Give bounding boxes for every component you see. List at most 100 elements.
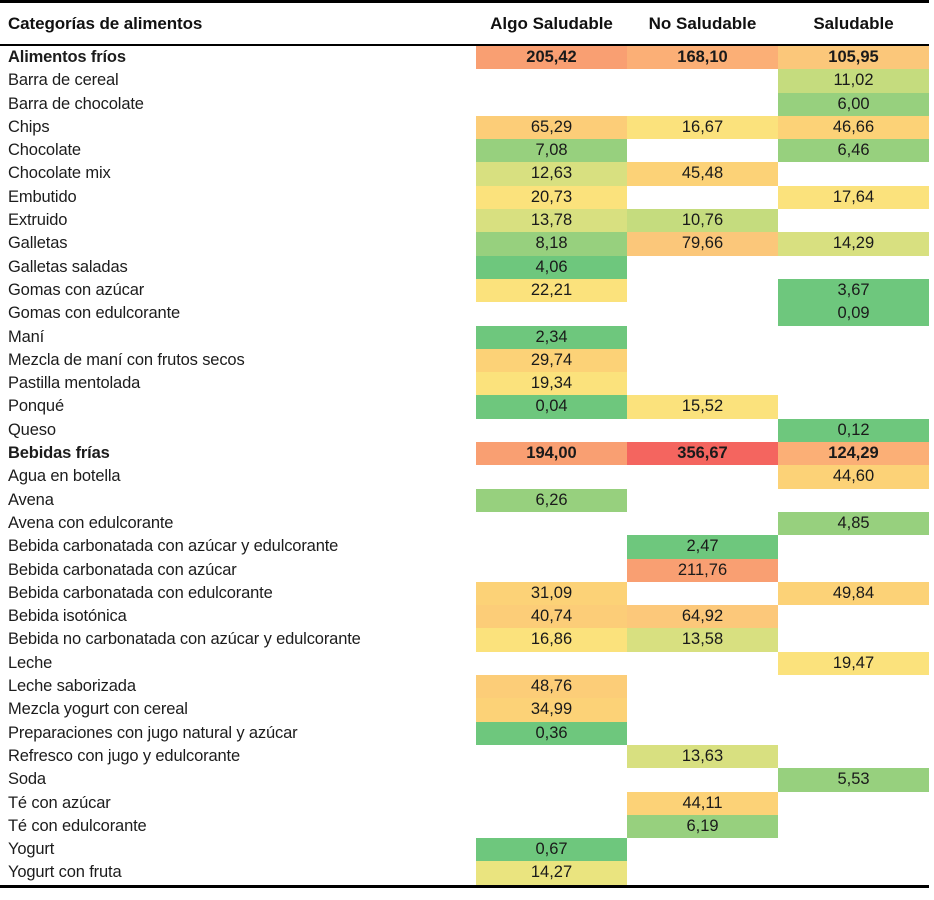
heatmap-cell: 64,92	[627, 605, 778, 629]
table-row: Yogurt con fruta 14,27	[0, 861, 929, 888]
table-row: Queso 0,12	[0, 418, 929, 443]
table-row: Bebida carbonatada con azúcar 211,76	[0, 558, 929, 582]
row-label: Bebida carbonatada con azúcar y edulcora…	[0, 535, 476, 559]
table-row: Pastilla mentolada 19,34	[0, 372, 929, 396]
heatmap-cell	[627, 278, 778, 303]
heatmap-cell: 44,60	[778, 465, 929, 489]
heatmap-cell	[778, 698, 929, 722]
heatmap-cell	[627, 675, 778, 699]
heatmap-cell	[778, 605, 929, 629]
table-row: Embutido 20,73 17,64	[0, 185, 929, 210]
heatmap-cell: 168,10	[627, 45, 778, 70]
table-row: Mezcla de maní con frutos secos 29,74	[0, 348, 929, 373]
row-label: Embutido	[0, 185, 476, 210]
header-row: Categorías de alimentos Algo Saludable N…	[0, 0, 929, 46]
heatmap-cell: 40,74	[476, 605, 627, 629]
row-label: Agua en botella	[0, 465, 476, 489]
heatmap-cell	[778, 675, 929, 699]
heatmap-cell	[627, 721, 778, 745]
heatmap-cell	[476, 511, 627, 536]
heatmap-cell: 211,76	[627, 558, 778, 582]
heatmap-cell	[627, 255, 778, 279]
heatmap-cell: 34,99	[476, 698, 627, 722]
heatmap-cell: 13,78	[476, 209, 627, 233]
row-label: Barra de cereal	[0, 69, 476, 93]
row-label: Ponqué	[0, 395, 476, 419]
heatmap-cell: 105,95	[778, 45, 929, 70]
heatmap-cell: 3,67	[778, 278, 929, 303]
heatmap-cell: 11,02	[778, 69, 929, 93]
heatmap-cell: 14,29	[778, 232, 929, 256]
heatmap-cell: 29,74	[476, 348, 627, 373]
row-label: Yogurt	[0, 838, 476, 862]
heatmap-cell: 13,63	[627, 744, 778, 769]
table-row: Extruido 13,78 10,76	[0, 209, 929, 233]
heatmap-cell: 5,53	[778, 768, 929, 792]
heatmap-cell: 4,06	[476, 255, 627, 279]
heatmap-cell	[778, 535, 929, 559]
row-label: Queso	[0, 418, 476, 443]
row-label: Bebida carbonatada con edulcorante	[0, 581, 476, 606]
table-row: Barra de chocolate 6,00	[0, 92, 929, 116]
heatmap-cell: 6,00	[778, 92, 929, 116]
row-label: Pastilla mentolada	[0, 372, 476, 396]
heatmap-cell	[627, 418, 778, 443]
heatmap-cell: 7,08	[476, 139, 627, 163]
row-label: Soda	[0, 768, 476, 792]
heatmap-cell: 0,67	[476, 838, 627, 862]
table-row: Bebida carbonatada con edulcorante 31,09 4…	[0, 581, 929, 606]
heatmap-cell	[627, 325, 778, 349]
table-row: Avena 6,26	[0, 488, 929, 512]
table-row: Chips 65,29 16,67 46,66	[0, 115, 929, 140]
table-row: Avena con edulcorante 4,85	[0, 511, 929, 536]
heatmap-cell: 10,76	[627, 209, 778, 233]
heatmap-table-container: Categorías de alimentos Algo Saludable N…	[0, 0, 934, 900]
heatmap-cell	[627, 302, 778, 326]
heatmap-cell: 22,21	[476, 278, 627, 303]
table-row: Maní 2,34	[0, 325, 929, 349]
heatmap-cell	[627, 581, 778, 606]
row-label: Mezcla de maní con frutos secos	[0, 348, 476, 373]
heatmap-cell: 46,66	[778, 115, 929, 140]
row-label: Gomas con azúcar	[0, 278, 476, 303]
heatmap-cell	[627, 465, 778, 489]
heatmap-cell	[476, 92, 627, 116]
heatmap-cell	[627, 92, 778, 116]
heatmap-cell	[627, 838, 778, 862]
heatmap-cell: 0,36	[476, 721, 627, 745]
heatmap-cell: 356,67	[627, 442, 778, 466]
heatmap-cell	[778, 838, 929, 862]
row-label: Alimentos fríos	[0, 45, 476, 70]
heatmap-cell	[476, 558, 627, 582]
heatmap-cell: 17,64	[778, 185, 929, 210]
heatmap-cell	[778, 628, 929, 652]
heatmap-cell	[778, 721, 929, 745]
row-label: Maní	[0, 325, 476, 349]
heatmap-cell: 16,67	[627, 115, 778, 140]
heatmap-cell	[778, 395, 929, 419]
heatmap-cell: 31,09	[476, 581, 627, 606]
table-row: Galletas 8,18 79,66 14,29	[0, 232, 929, 256]
heatmap-cell	[778, 488, 929, 512]
heatmap-cell: 13,58	[627, 628, 778, 652]
table-row: Té con azúcar 44,11	[0, 791, 929, 815]
table-row: Ponqué 0,04 15,52	[0, 395, 929, 419]
heatmap-cell	[778, 162, 929, 186]
row-label: Chocolate	[0, 139, 476, 163]
row-label: Leche	[0, 651, 476, 676]
heatmap-cell	[627, 372, 778, 396]
row-label: Refresco con jugo y edulcorante	[0, 744, 476, 769]
heatmap-cell	[627, 651, 778, 676]
row-label: Preparaciones con jugo natural y azúcar	[0, 721, 476, 745]
heatmap-cell	[476, 814, 627, 839]
heatmap-cell	[476, 69, 627, 93]
heatmap-cell	[627, 139, 778, 163]
heatmap-cell: 19,34	[476, 372, 627, 396]
heatmap-cell	[627, 185, 778, 210]
row-label: Chips	[0, 115, 476, 140]
heatmap-cell	[476, 302, 627, 326]
column-header-categories: Categorías de alimentos	[0, 0, 476, 46]
heatmap-cell: 194,00	[476, 442, 627, 466]
heatmap-cell: 15,52	[627, 395, 778, 419]
table-row: Chocolate mix 12,63 45,48	[0, 162, 929, 186]
